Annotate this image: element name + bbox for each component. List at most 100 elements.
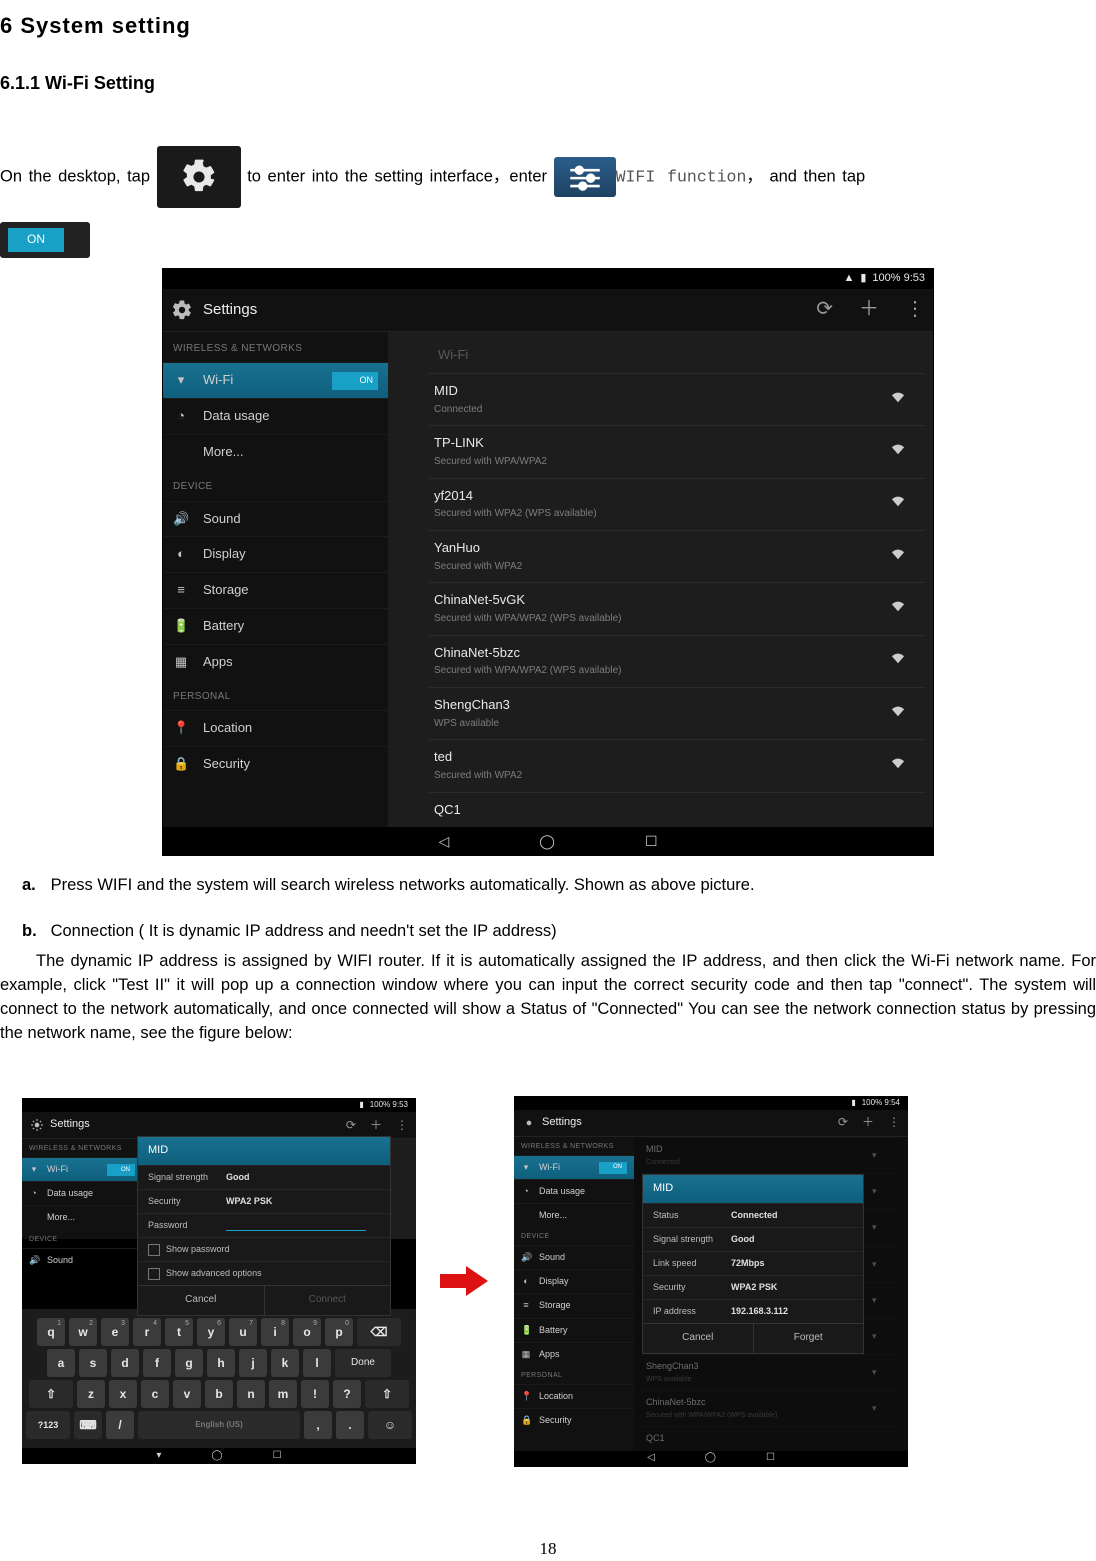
- back-softkey[interactable]: ◁: [647, 1451, 655, 1466]
- cancel-button[interactable]: Cancel: [643, 1324, 753, 1353]
- sidebar-item-sound[interactable]: 🔊Sound: [22, 1248, 142, 1272]
- sidebar-item-sound[interactable]: 🔊Sound: [514, 1245, 634, 1269]
- key[interactable]: v: [173, 1380, 201, 1408]
- sidebar-item-wifi[interactable]: ▾ Wi-Fi ON: [163, 362, 388, 398]
- key[interactable]: i8: [261, 1318, 289, 1346]
- sidebar-item-more[interactable]: More...: [514, 1203, 634, 1227]
- add-network-icon[interactable]: ＋: [862, 1114, 874, 1131]
- sidebar-item-wifi[interactable]: ▾Wi-FiON: [514, 1155, 634, 1179]
- network-row[interactable]: tedSecured with WPA2: [428, 739, 925, 791]
- refresh-icon[interactable]: ⟳: [838, 1114, 848, 1131]
- sidebar-item-data-usage[interactable]: ◔Data usage: [514, 1179, 634, 1203]
- shift-key[interactable]: ⇧: [29, 1380, 73, 1408]
- key[interactable]: a: [47, 1349, 75, 1377]
- home-softkey[interactable]: ◯: [705, 1451, 716, 1466]
- network-row[interactable]: ChinaNet-5vGKSecured with WPA/WPA2 (WPS …: [428, 582, 925, 634]
- sidebar-item-display[interactable]: ◐Display: [514, 1269, 634, 1293]
- sidebar-item-storage[interactable]: ≡Storage: [163, 572, 388, 608]
- network-row[interactable]: ShengChan3WPS available▾: [642, 1354, 900, 1390]
- sidebar-item-location[interactable]: 📍Location: [514, 1384, 634, 1408]
- key[interactable]: f: [143, 1349, 171, 1377]
- show-password-check[interactable]: Show password: [138, 1237, 390, 1261]
- sidebar-item-sound[interactable]: 🔊Sound: [163, 501, 388, 537]
- network-row[interactable]: ShengChan3WPS available: [428, 687, 925, 739]
- slash-key[interactable]: /: [106, 1411, 134, 1439]
- network-row[interactable]: QC1: [428, 792, 925, 828]
- done-key[interactable]: Done: [335, 1349, 391, 1377]
- key[interactable]: j: [239, 1349, 267, 1377]
- recent-softkey[interactable]: ☐: [645, 831, 658, 851]
- key[interactable]: e3: [101, 1318, 129, 1346]
- key[interactable]: y6: [197, 1318, 225, 1346]
- back-softkey[interactable]: ◁: [438, 831, 449, 851]
- network-row[interactable]: ChinaNet-5bzcSecured with WPA/WPA2 (WPS …: [642, 1390, 900, 1426]
- home-softkey[interactable]: ◯: [211, 1449, 222, 1464]
- sidebar-item-storage[interactable]: ≡Storage: [514, 1293, 634, 1317]
- sidebar-item-location[interactable]: 📍Location: [163, 710, 388, 746]
- emoji-key[interactable]: ☺: [368, 1411, 412, 1439]
- key[interactable]: r4: [133, 1318, 161, 1346]
- network-row[interactable]: MIDConnected▾: [642, 1137, 900, 1173]
- back-softkey[interactable]: ▾: [156, 1449, 161, 1464]
- space-key[interactable]: English (US): [138, 1411, 300, 1439]
- add-network-icon[interactable]: ＋: [370, 1117, 382, 1134]
- key[interactable]: g: [175, 1349, 203, 1377]
- key[interactable]: ?: [333, 1380, 361, 1408]
- key[interactable]: p0: [325, 1318, 353, 1346]
- lang-key[interactable]: ⌨: [74, 1411, 102, 1439]
- overflow-menu-icon[interactable]: ⋮: [396, 1117, 408, 1134]
- key[interactable]: u7: [229, 1318, 257, 1346]
- network-row[interactable]: MIDConnected: [428, 373, 925, 425]
- key[interactable]: !: [301, 1380, 329, 1408]
- recent-softkey[interactable]: ☐: [766, 1451, 775, 1466]
- key[interactable]: m: [269, 1380, 297, 1408]
- sidebar-item-wifi[interactable]: ▾Wi-FiON: [22, 1157, 142, 1181]
- period-key[interactable]: .: [336, 1411, 364, 1439]
- sidebar-item-apps[interactable]: ▦Apps: [514, 1342, 634, 1366]
- key[interactable]: t5: [165, 1318, 193, 1346]
- comma-key[interactable]: ,: [304, 1411, 332, 1439]
- key[interactable]: w2: [69, 1318, 97, 1346]
- sidebar-item-battery[interactable]: 🔋Battery: [163, 608, 388, 644]
- network-row[interactable]: YanHuoSecured with WPA2: [428, 530, 925, 582]
- network-row[interactable]: yf2014Secured with WPA2 (WPS available): [428, 478, 925, 530]
- add-network-icon[interactable]: ＋: [859, 295, 879, 324]
- password-input[interactable]: [226, 1220, 366, 1231]
- network-row[interactable]: TP-LINKSecured with WPA/WPA2: [428, 425, 925, 477]
- sidebar-item-battery[interactable]: 🔋Battery: [514, 1318, 634, 1342]
- network-row[interactable]: ChinaNet-5bzcSecured with WPA/WPA2 (WPS …: [428, 635, 925, 687]
- sidebar-item-apps[interactable]: ▦Apps: [163, 644, 388, 680]
- key[interactable]: q1: [37, 1318, 65, 1346]
- key[interactable]: n: [237, 1380, 265, 1408]
- key[interactable]: o9: [293, 1318, 321, 1346]
- key[interactable]: b: [205, 1380, 233, 1408]
- sidebar-item-more[interactable]: More...: [22, 1205, 142, 1229]
- key[interactable]: l: [303, 1349, 331, 1377]
- overflow-menu-icon[interactable]: ⋮: [905, 295, 925, 324]
- wifi-toggle[interactable]: ON: [332, 372, 378, 390]
- refresh-icon[interactable]: ⟳: [816, 295, 833, 324]
- key[interactable]: c: [141, 1380, 169, 1408]
- sidebar-item-security[interactable]: 🔒Security: [514, 1408, 634, 1432]
- key[interactable]: x: [109, 1380, 137, 1408]
- forget-button[interactable]: Forget: [753, 1324, 864, 1353]
- sidebar-item-data-usage[interactable]: ◔ Data usage: [163, 398, 388, 434]
- connect-button[interactable]: Connect: [264, 1286, 391, 1315]
- symbols-key[interactable]: ?123: [26, 1411, 70, 1439]
- overflow-menu-icon[interactable]: ⋮: [888, 1114, 900, 1131]
- key[interactable]: k: [271, 1349, 299, 1377]
- key[interactable]: d: [111, 1349, 139, 1377]
- shift-key[interactable]: ⇧: [365, 1380, 409, 1408]
- cancel-button[interactable]: Cancel: [138, 1286, 264, 1315]
- backspace-key[interactable]: ⌫: [357, 1318, 401, 1346]
- key[interactable]: z: [77, 1380, 105, 1408]
- recent-softkey[interactable]: ☐: [273, 1449, 282, 1464]
- network-row[interactable]: QC1: [642, 1426, 900, 1450]
- sidebar-item-more[interactable]: More...: [163, 434, 388, 470]
- sidebar-item-display[interactable]: ◐Display: [163, 536, 388, 572]
- sidebar-item-security[interactable]: 🔒Security: [163, 746, 388, 782]
- home-softkey[interactable]: ◯: [539, 831, 555, 851]
- show-advanced-check[interactable]: Show advanced options: [138, 1261, 390, 1285]
- key[interactable]: h: [207, 1349, 235, 1377]
- key[interactable]: s: [79, 1349, 107, 1377]
